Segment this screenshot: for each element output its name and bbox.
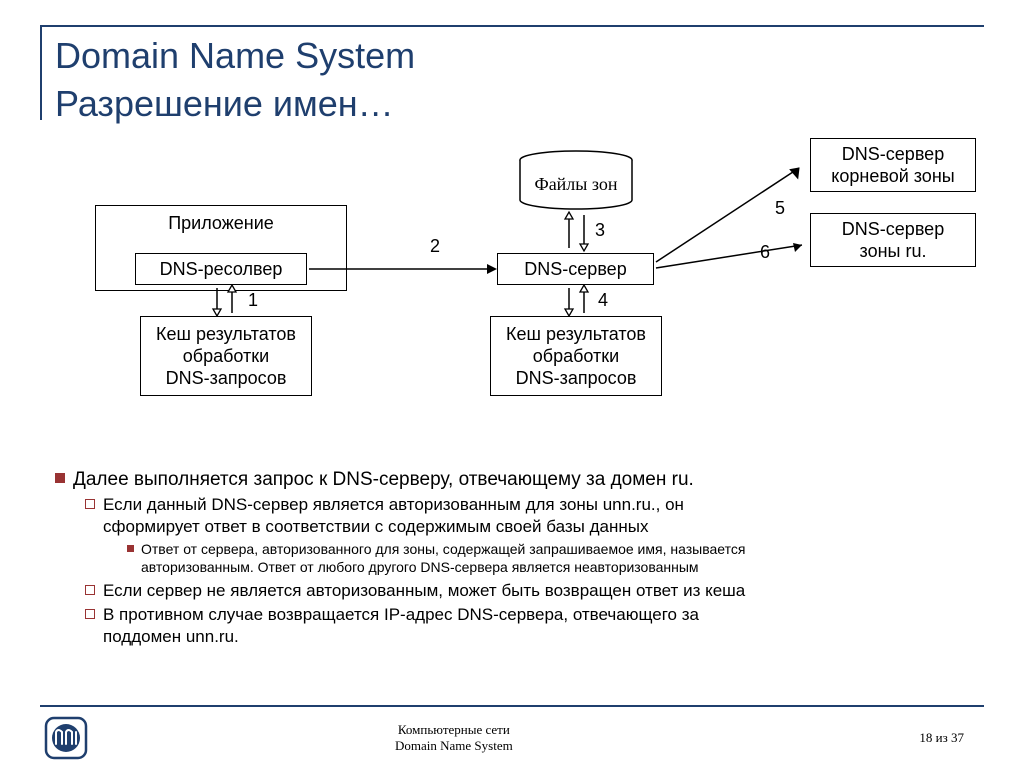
box-dns-server: DNS-сервер [497, 253, 654, 285]
bullet-small-square-icon [127, 545, 134, 552]
bullet2c-l1: В противном случае возвращается IP-адрес… [103, 605, 699, 624]
bullet-level2-b: Если сервер не является авторизованным, … [85, 580, 745, 602]
label-3: 3 [595, 220, 605, 241]
bullet-level2-a: Если данный DNS-сервер является авторизо… [85, 494, 684, 538]
frame-left-line [40, 25, 42, 120]
bullet-hollow-square-icon [85, 499, 95, 509]
bullet-level3: Ответ от сервера, авторизованного для зо… [127, 540, 745, 576]
bullet-level2-c: В противном случае возвращается IP-адрес… [85, 604, 699, 648]
box-resolver-label: DNS-ресолвер [160, 258, 283, 280]
box-dns-server-label: DNS-сервер [524, 258, 626, 280]
bullet1-text: Далее выполняется запрос к DNS-серверу, … [73, 469, 694, 490]
box-cache-left: Кеш результатов обработки DNS-запросов [140, 316, 312, 396]
cache1-l3: DNS-запросов [166, 367, 287, 389]
bullet2a-l1: Если данный DNS-сервер является авторизо… [103, 495, 684, 514]
arrow-4 [562, 285, 592, 316]
arrow-resolver-cache [210, 285, 240, 316]
box-dns-ru: DNS-сервер зоны ru. [810, 213, 976, 267]
diagram-area: Приложение DNS-ресолвер 1 Кеш результато… [55, 150, 985, 460]
frame-bottom-line [40, 705, 984, 707]
bullet-hollow-square-icon [85, 609, 95, 619]
cache2-l3: DNS-запросов [516, 367, 637, 389]
cache2-l1: Кеш результатов [506, 323, 646, 345]
slide-title: Domain Name System Разрешение имен… [55, 32, 415, 128]
box-cache-right: Кеш результатов обработки DNS-запросов [490, 316, 662, 396]
label-6: 6 [760, 242, 770, 263]
arrow-2 [307, 259, 497, 279]
box-dns-root: DNS-сервер корневой зоны [810, 138, 976, 192]
label-5: 5 [775, 198, 785, 219]
box-application-label: Приложение [168, 212, 274, 234]
label-1: 1 [248, 290, 258, 311]
arrow-3 [562, 210, 592, 253]
bullet-hollow-square-icon [85, 585, 95, 595]
footer-text: Компьютерные сети Domain Name System [395, 722, 513, 754]
ru-l2: зоны ru. [860, 240, 927, 262]
cylinder-zone-files: Файлы зон [517, 150, 635, 210]
bullet3-l2: авторизованным. Ответ от любого другого … [141, 559, 699, 575]
bullet-square-icon [55, 473, 65, 483]
bullet3-l1: Ответ от сервера, авторизованного для зо… [141, 541, 745, 557]
frame-top-line [40, 25, 984, 27]
ru-l1: DNS-сервер [842, 218, 944, 240]
root-l2: корневой зоны [831, 165, 954, 187]
bullet2b-text: Если сервер не является авторизованным, … [103, 581, 745, 600]
zone-files-label: Файлы зон [534, 174, 617, 194]
arrow-6 [654, 235, 814, 285]
cache1-l1: Кеш результатов [156, 323, 296, 345]
title-line2: Разрешение имен… [55, 83, 394, 124]
footer-l1: Компьютерные сети [398, 722, 510, 737]
title-line1: Domain Name System [55, 35, 415, 76]
bullet-level1: Далее выполняется запрос к DNS-серверу, … [55, 468, 694, 492]
bullet2a-l2: сформирует ответ в соответствии с содерж… [103, 517, 648, 536]
label-2: 2 [430, 236, 440, 257]
cache1-l2: обработки [183, 345, 269, 367]
page-number: 18 из 37 [919, 730, 964, 746]
footer-l2: Domain Name System [395, 738, 513, 753]
cache2-l2: обработки [533, 345, 619, 367]
box-resolver: DNS-ресолвер [135, 253, 307, 285]
label-4: 4 [598, 290, 608, 311]
root-l1: DNS-сервер [842, 143, 944, 165]
bullet2c-l2: поддомен unn.ru. [103, 627, 239, 646]
logo-icon [44, 716, 88, 760]
